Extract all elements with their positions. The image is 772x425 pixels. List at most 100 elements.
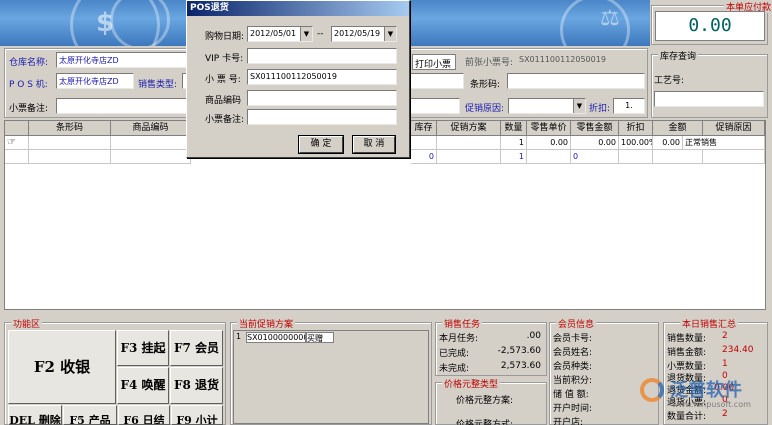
table-row[interactable] xyxy=(619,150,653,164)
discount-label: 折扣: xyxy=(589,104,611,114)
print-receipt-button[interactable]: 打印小票 xyxy=(412,54,456,70)
function-area: 功能区 F2 收银 F3 挂起 F7 会员 F4 唤醒 F8 退货 DEL 删除… xyxy=(4,317,226,425)
table-row[interactable] xyxy=(437,150,501,164)
ok-button[interactable]: 确 定 xyxy=(298,135,344,154)
watermark-text: 泛普软件 xyxy=(670,380,742,401)
chevron-down-icon[interactable]: ▼ xyxy=(300,27,312,41)
barcode-input[interactable] xyxy=(507,73,645,89)
scale-icon: ⚖ xyxy=(600,6,620,31)
table-row[interactable] xyxy=(437,136,501,150)
col-retail-amount[interactable]: 零售金额 xyxy=(571,121,619,136)
row1-retail-amount[interactable]: 0.00 xyxy=(571,136,619,150)
col-barcode[interactable]: 条形码 xyxy=(29,121,111,136)
grid-corner xyxy=(5,121,29,136)
table-row[interactable] xyxy=(29,150,111,164)
wake-button[interactable]: F4 唤醒 xyxy=(117,367,169,404)
table-row[interactable] xyxy=(411,136,437,150)
dialog-receipt-note-input[interactable] xyxy=(247,109,397,125)
promo-reason-select[interactable]: ▼ xyxy=(508,98,586,114)
row1-unit-price[interactable]: 0.00 xyxy=(527,136,571,150)
col-unit-price[interactable]: 零售单价 xyxy=(527,121,571,136)
cancel-button[interactable]: 取 消 xyxy=(352,135,396,154)
table-row[interactable] xyxy=(703,150,765,164)
member-button[interactable]: F7 会员 xyxy=(170,330,223,366)
subtotal-button[interactable]: F9 小计 xyxy=(171,405,223,425)
dollar-icon: $ xyxy=(96,8,115,38)
col-qty[interactable]: 数量 xyxy=(501,121,527,136)
return-button[interactable]: F8 退货 xyxy=(170,367,223,404)
purchase-date-label: 购物日期: xyxy=(205,32,245,42)
current-promo-title: 当前促销方案 xyxy=(237,317,296,330)
inventory-query-panel: 库存查询 工艺号: xyxy=(651,49,768,118)
incomplete-value: 2,573.60 xyxy=(500,361,541,371)
incomplete-label: 未完成: xyxy=(439,364,470,374)
col-amount[interactable]: 金额 xyxy=(653,121,703,136)
table-row[interactable] xyxy=(5,150,29,164)
receipt-no-input[interactable]: SX011100112050019 xyxy=(247,69,397,85)
promo-row-name[interactable]: 买赠 xyxy=(306,332,334,343)
amount-due-value: 0.00 xyxy=(655,11,765,41)
table-row[interactable] xyxy=(111,136,191,150)
watermark-url: www.fanpusoft.com xyxy=(672,400,751,409)
date-from-input[interactable]: 2012/05/01 ▼ xyxy=(247,26,313,42)
row-pointer-icon: ☞ xyxy=(5,136,29,150)
field-left-blank[interactable] xyxy=(410,73,464,89)
col-discount[interactable]: 折扣 xyxy=(619,121,653,136)
sales-task-title: 销售任务 xyxy=(442,317,483,330)
promo-row-code[interactable]: SX0100000000 xyxy=(246,332,306,343)
receipt-note-field[interactable] xyxy=(56,98,188,114)
table-row[interactable] xyxy=(653,150,703,164)
current-promo-panel: 当前促销方案 1 SX0100000000 买赠 xyxy=(230,317,432,425)
price-type-title: 价格元整类型 xyxy=(442,377,501,390)
row1-qty[interactable]: 1 xyxy=(501,136,527,150)
dialog-receipt-note-label: 小票备注: xyxy=(205,115,245,125)
pos-field[interactable]: 太原开化寺店ZD xyxy=(56,73,134,89)
row2-qty[interactable]: 1 xyxy=(501,150,527,164)
checkout-button[interactable]: F2 收银 xyxy=(8,330,116,404)
sale-type-label: 销售类型: xyxy=(138,80,178,90)
function-area-title: 功能区 xyxy=(11,317,43,330)
chevron-down-icon[interactable]: ▼ xyxy=(384,27,396,41)
col-stock[interactable]: 库存 xyxy=(411,121,437,136)
row1-discount[interactable]: 100.00% xyxy=(619,136,653,150)
promo-list[interactable]: 1 SX0100000000 买赠 xyxy=(233,330,429,424)
hold-button[interactable]: F3 挂起 xyxy=(117,330,169,366)
col-product-code[interactable]: 商品编码 xyxy=(111,121,191,136)
date-to-input[interactable]: 2012/05/19 ▼ xyxy=(331,26,397,42)
month-task-value: .00 xyxy=(526,331,541,341)
promo-reason-label: 促销原因: xyxy=(465,104,505,114)
day-end-button[interactable]: F6 日结 xyxy=(118,405,170,425)
date-to-value: 2012/05/19 xyxy=(334,29,381,38)
vip-card-input[interactable] xyxy=(247,48,397,64)
row1-reason[interactable]: 正常销售 xyxy=(683,136,765,150)
member-open-time-label: 开户时间: xyxy=(553,404,593,414)
product-button[interactable]: F5 产品 xyxy=(63,405,117,425)
date-separator: -- xyxy=(317,29,324,39)
craft-no-input[interactable] xyxy=(654,91,764,107)
row2-retail-amount[interactable]: 0 xyxy=(571,150,619,164)
table-row[interactable] xyxy=(111,150,191,164)
craft-no-label: 工艺号: xyxy=(654,76,685,86)
price-type-panel: 价格元整类型 价格元整方案: 价格元整方式: xyxy=(435,377,547,425)
prev-receipt-label: 前张小票号: xyxy=(465,58,514,68)
pos-label: P O S 机: xyxy=(9,80,48,90)
col-promo-plan[interactable]: 促销方案 xyxy=(437,121,501,136)
delete-button[interactable]: DEL 删除 xyxy=(8,405,62,425)
row1-amount[interactable]: 0.00 xyxy=(653,136,683,150)
col-promo-reason[interactable]: 促销原因 xyxy=(703,121,765,136)
summary-amount-label: 销售金额: xyxy=(667,348,707,358)
summary-qty-value: 2 xyxy=(722,331,728,341)
row2-stock[interactable]: 0 xyxy=(411,150,437,164)
receipt-note-field-right[interactable] xyxy=(410,98,460,114)
discount-field[interactable]: 1. xyxy=(613,98,645,114)
chevron-down-icon[interactable]: ▼ xyxy=(573,99,585,113)
warehouse-field[interactable]: 太原开化寺店ZD xyxy=(56,52,188,68)
product-code-input[interactable] xyxy=(247,90,397,106)
table-row[interactable] xyxy=(527,150,571,164)
amount-due-panel: 本单应付款 0.00 xyxy=(651,0,772,45)
member-balance-label: 储 值 额: xyxy=(553,390,589,400)
table-row[interactable] xyxy=(29,136,111,150)
member-type-label: 会员种类: xyxy=(553,362,593,372)
month-task-label: 本月任务: xyxy=(439,334,479,344)
receipt-note-label: 小票备注: xyxy=(9,104,49,114)
